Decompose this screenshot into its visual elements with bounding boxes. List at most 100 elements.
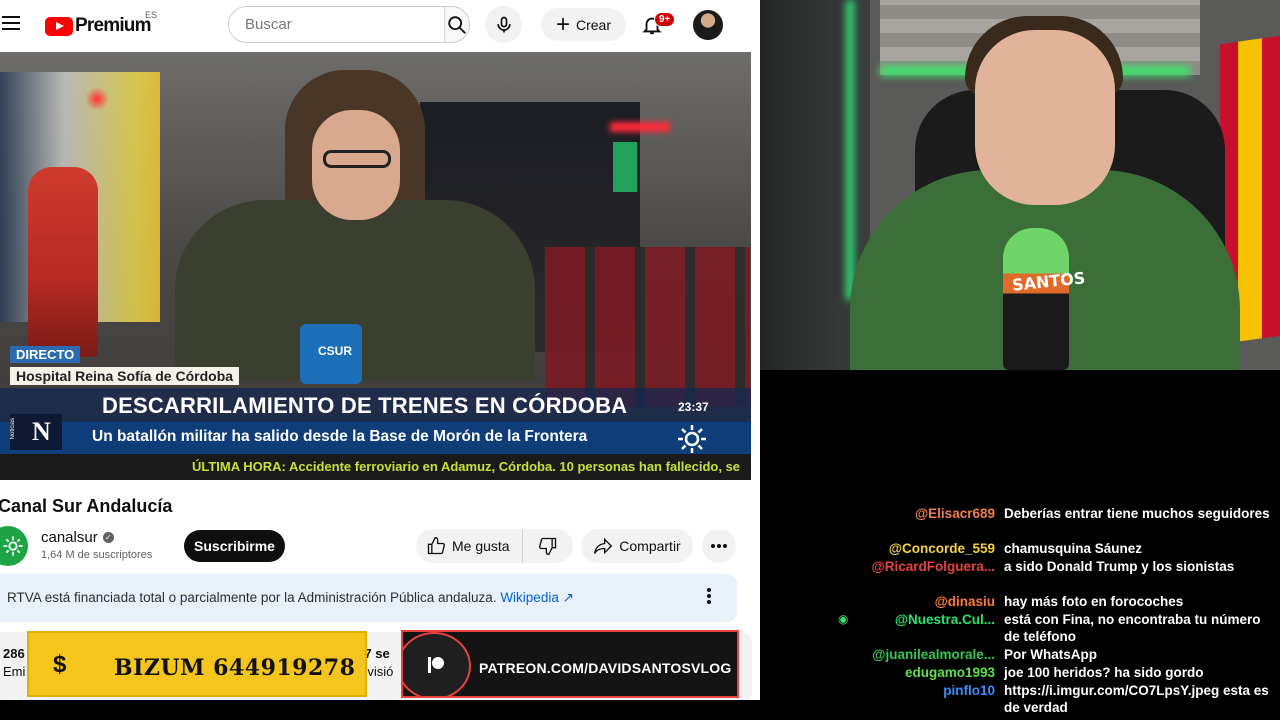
search-icon	[448, 15, 466, 34]
external-link-icon: ↗	[562, 590, 574, 605]
funding-info-panel: RTVA está financiada total o parcialment…	[0, 574, 737, 622]
like-button[interactable]: Me gusta	[416, 529, 523, 563]
subheadline-text: Un batallón militar ha salido desde la B…	[92, 428, 588, 445]
info-more-button[interactable]	[707, 588, 711, 609]
voice-search-button[interactable]	[485, 6, 522, 43]
moderator-badge-icon: ◉	[838, 612, 849, 626]
description-line-partial: Emi	[3, 664, 26, 679]
chat-message: pinflo10 https://i.imgur.com/CO7LpsY.jpeg…	[760, 682, 1280, 716]
subscribe-button[interactable]: Suscribirme	[184, 530, 285, 562]
search-button[interactable]	[444, 7, 469, 42]
red-light	[610, 122, 670, 132]
streamer-microphone	[1003, 228, 1069, 370]
youtube-play-icon	[45, 16, 73, 36]
headline-text: DESCARRILAMIENTO DE TRENES EN CÓRDOBA	[102, 393, 628, 418]
network-logo: Noticias N	[10, 414, 62, 450]
chat-text: Por WhatsApp	[1004, 647, 1097, 662]
create-label: Crear	[576, 16, 612, 33]
webcam-feed: SANTOS	[760, 0, 1280, 370]
more-vertical-icon	[707, 588, 711, 604]
chat-text: joe 100 heridos? ha sido gordo	[1004, 665, 1204, 680]
menu-icon[interactable]	[2, 16, 20, 30]
like-label: Me gusta	[452, 538, 510, 554]
funding-text: RTVA está financiada total o parcialment…	[7, 590, 497, 605]
patreon-banner: PATREON.COM/DAVIDSANTOSVLOG	[401, 630, 739, 698]
subscriber-count: 1,64 M de suscriptores	[41, 549, 153, 561]
chat-message: edugamo1993 joe 100 heridos? ha sido gord…	[760, 664, 1280, 681]
create-button[interactable]: + Crear	[541, 8, 626, 41]
chat-username[interactable]: edugamo1993	[905, 664, 995, 681]
notifications-button[interactable]: 9+	[637, 8, 676, 42]
reporter-glasses	[323, 150, 391, 168]
location-tag: Hospital Reina Sofía de Córdoba	[10, 367, 240, 385]
chat-text: Deberías entrar tiene muchos seguidores	[1004, 506, 1270, 521]
chat-message: @juanilealmorale... Por WhatsApp	[760, 646, 1280, 663]
chat-text: está con Fina, no encontraba tu número d…	[1004, 612, 1261, 644]
share-label: Compartir	[619, 538, 681, 554]
chat-username[interactable]: @Nuestra.Cul...	[895, 611, 995, 628]
shelf-led	[846, 0, 854, 300]
chat-username[interactable]: pinflo10	[943, 682, 995, 699]
patreon-icon	[428, 657, 444, 673]
ambulance-light	[85, 87, 109, 111]
wikipedia-link[interactable]: Wikipedia ↗	[500, 590, 574, 605]
youtube-logo[interactable]: Premium	[45, 15, 152, 37]
chat-text: https://i.imgur.com/CO7LpsY.jpeg esta es…	[1004, 683, 1269, 715]
share-button[interactable]: Compartir	[581, 529, 693, 563]
bizum-banner: $ BIZUM 644919278	[27, 631, 367, 697]
youtube-pane: Premium ES + Crear 9+	[0, 0, 760, 700]
view-count-partial: 286	[3, 646, 25, 661]
bottom-strip	[0, 700, 760, 720]
subheadline-bar: Un batallón militar ha salido desde la B…	[0, 422, 751, 454]
dislike-button[interactable]	[523, 529, 573, 563]
pharmacy-sign	[613, 142, 637, 192]
logo-text: Premium	[75, 15, 152, 36]
thumbs-up-icon	[427, 536, 446, 555]
patreon-text: PATREON.COM/DAVIDSANTOSVLOG	[479, 660, 732, 676]
share-icon	[594, 537, 613, 555]
more-horizontal-icon	[711, 544, 727, 548]
chat-username[interactable]: @RicardFolguera...	[872, 558, 995, 575]
youtube-header: Premium ES + Crear 9+	[0, 0, 760, 50]
network-label: Noticias	[10, 418, 16, 440]
chat-text: a sido Donald Trump y los sionistas	[1004, 559, 1235, 574]
video-player[interactable]: CSUR DIRECTO Hospital Reina Sofía de Cór…	[0, 52, 751, 480]
screen: Premium ES + Crear 9+	[0, 0, 1280, 720]
channel-name-text: canalsur	[41, 529, 98, 546]
streamer-face	[975, 30, 1115, 205]
chat-message: @RicardFolguera... a sido Donald Trump y …	[760, 558, 1280, 592]
network-n-icon: N	[32, 417, 51, 446]
channel-name[interactable]: canalsur ✓	[41, 529, 114, 546]
news-lower-third: DIRECTO Hospital Reina Sofía de Córdoba …	[0, 342, 751, 480]
channel-sun-icon	[3, 536, 23, 556]
chat-message: @dinasiu hay más foto en forocoches	[760, 593, 1280, 610]
chat-username[interactable]: @Concorde_559	[889, 540, 995, 557]
thumbs-down-icon	[538, 537, 556, 556]
news-ticker: ÚLTIMA HORA: Accidente ferroviario en Ad…	[0, 454, 751, 480]
chat-message: @Elisacr689 Deberías entrar tiene muchos …	[760, 505, 1280, 539]
search-box	[228, 6, 470, 43]
chat-username[interactable]: @dinasiu	[935, 593, 995, 610]
chat-message: @Nuestra.Cul... está con Fina, no encontr…	[760, 611, 1280, 645]
live-tag: DIRECTO	[10, 346, 81, 363]
search-input[interactable]	[229, 7, 444, 42]
video-title: Canal Sur Andalucía	[0, 496, 173, 516]
plus-icon: +	[555, 10, 570, 38]
more-actions-button[interactable]	[702, 529, 736, 563]
dollar-icon: $	[53, 651, 67, 678]
wikipedia-link-text: Wikipedia	[500, 590, 559, 605]
microphone-icon	[496, 16, 511, 32]
chat-text: chamusquina Sáunez	[1004, 541, 1143, 556]
chat-username[interactable]: @juanilealmorale...	[872, 646, 995, 663]
chat-username[interactable]: @Elisacr689	[915, 505, 995, 522]
ticker-text: ÚLTIMA HORA: Accidente ferroviario en Ad…	[192, 459, 741, 474]
funding-info-text: RTVA está financiada total o parcialment…	[7, 590, 574, 606]
bizum-text: BIZUM 644919278	[114, 655, 356, 681]
headline-bar: DESCARRILAMIENTO DE TRENES EN CÓRDOBA 23…	[0, 388, 751, 426]
live-chat: @Elisacr689 Deberías entrar tiene muchos …	[760, 370, 1280, 720]
chat-message: @Concorde_559 chamusquina Sáunez	[760, 540, 1280, 557]
canal-sur-sun-icon	[678, 425, 706, 453]
chat-text: hay más foto en forocoches	[1004, 594, 1184, 609]
channel-avatar[interactable]	[0, 526, 28, 566]
account-avatar[interactable]	[693, 10, 723, 40]
